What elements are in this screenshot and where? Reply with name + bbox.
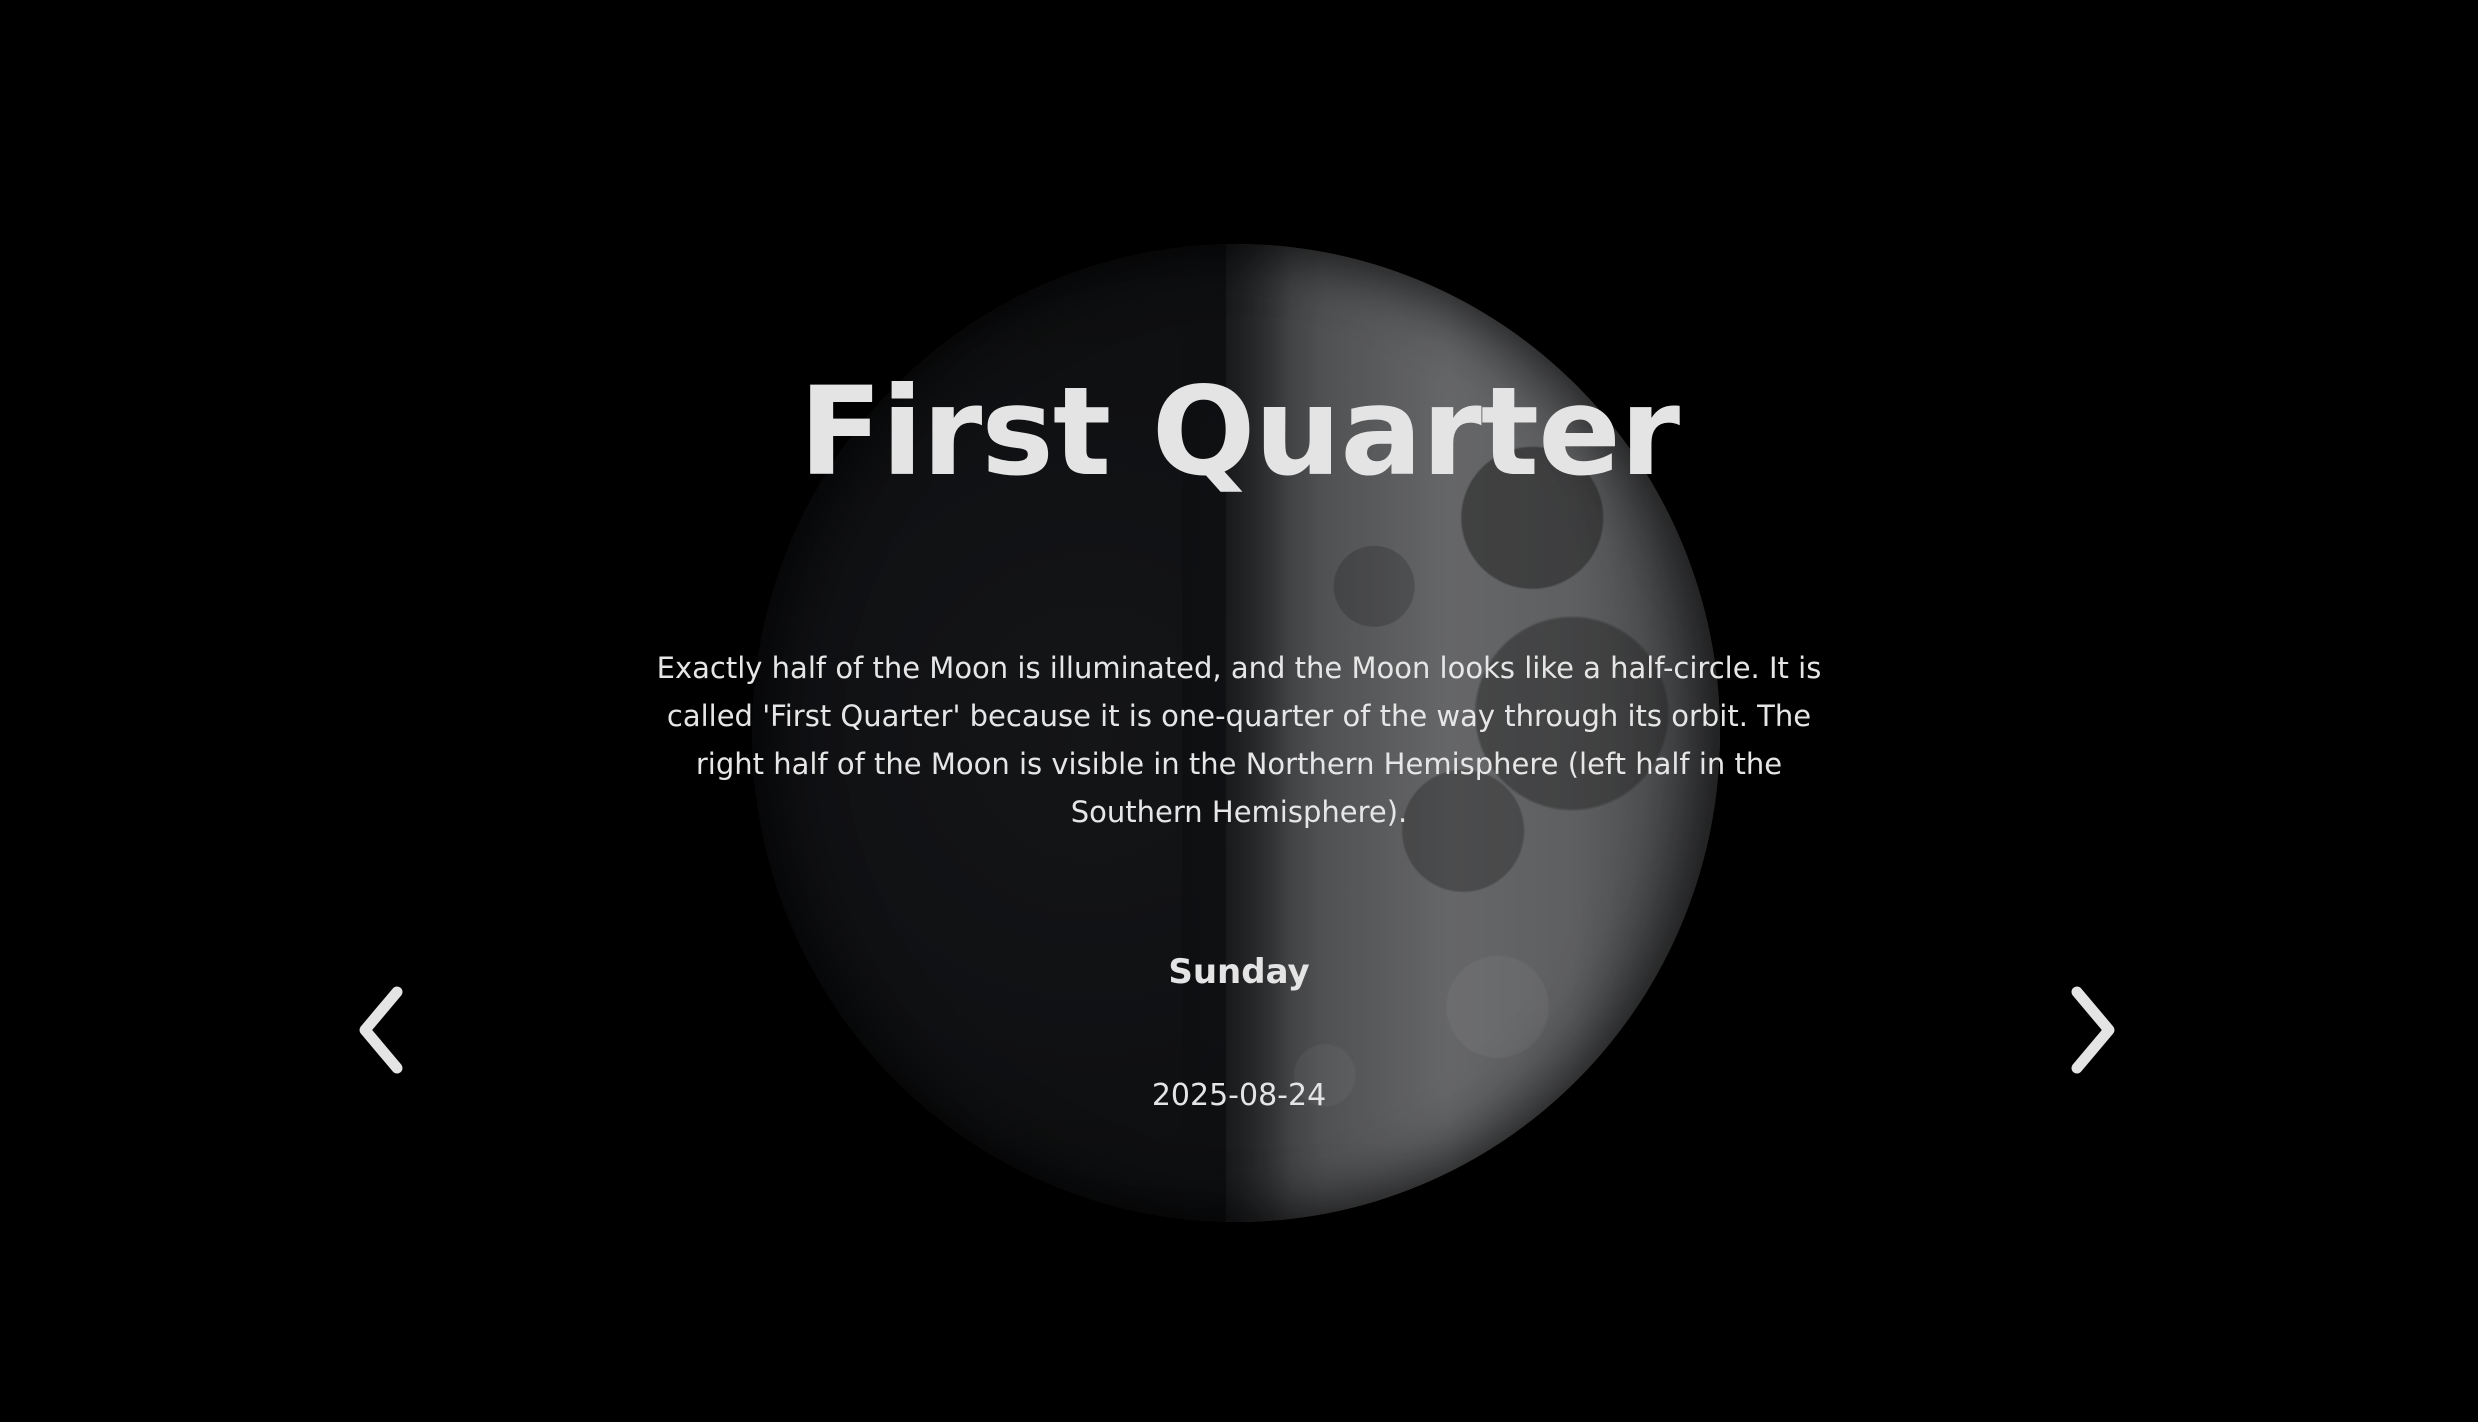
chevron-left-icon: [359, 986, 403, 1074]
phase-title: First Quarter: [798, 361, 1680, 503]
phase-date: 2025-08-24: [1151, 1078, 1327, 1113]
moon-phase-viewer: First Quarter Exactly half of the Moon i…: [0, 0, 2478, 1422]
phase-description: Exactly half of the Moon is illuminated,…: [656, 651, 1822, 829]
previous-phase-button[interactable]: [341, 980, 421, 1080]
next-phase-button[interactable]: [2053, 980, 2133, 1080]
chevron-right-icon: [2071, 986, 2115, 1074]
